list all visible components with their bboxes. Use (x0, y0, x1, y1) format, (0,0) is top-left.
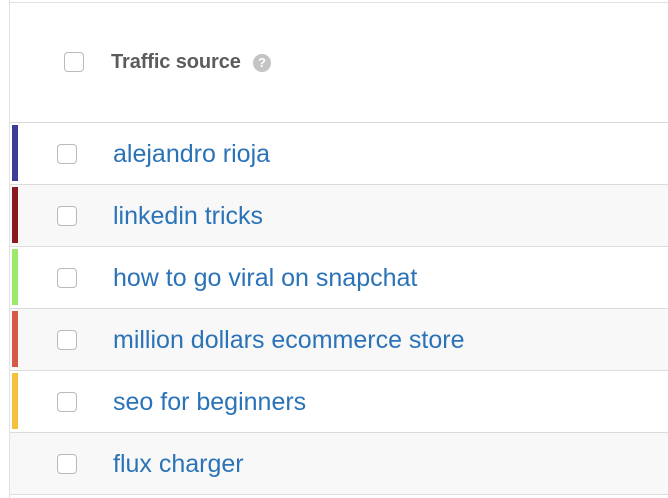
series-color-bar (12, 435, 18, 491)
series-color-bar (12, 311, 18, 367)
traffic-source-link[interactable]: linkedin tricks (113, 202, 263, 231)
row-checkbox[interactable] (57, 392, 77, 412)
column-header-traffic-source: Traffic source (111, 51, 241, 73)
help-icon[interactable]: ? (253, 54, 271, 72)
row-checkbox[interactable] (57, 206, 77, 226)
series-color-bar (12, 249, 18, 305)
row-checkbox[interactable] (57, 268, 77, 288)
traffic-source-list: alejandro rioja linkedin tricks how to g… (10, 123, 668, 495)
table-header: Traffic source ? (10, 3, 668, 123)
table-row: alejandro rioja (10, 123, 668, 185)
table-row: linkedin tricks (10, 185, 668, 247)
traffic-source-link[interactable]: million dollars ecommerce store (113, 326, 465, 355)
series-color-bar (12, 187, 18, 243)
table-row: million dollars ecommerce store (10, 309, 668, 371)
select-all-checkbox[interactable] (64, 52, 84, 72)
table-row: flux charger (10, 433, 668, 495)
row-checkbox[interactable] (57, 454, 77, 474)
series-color-bar (12, 373, 18, 429)
series-color-bar (12, 125, 18, 181)
traffic-source-link[interactable]: flux charger (113, 450, 244, 479)
table-row: seo for beginners (10, 371, 668, 433)
traffic-source-link[interactable]: alejandro rioja (113, 140, 270, 169)
row-checkbox[interactable] (57, 144, 77, 164)
traffic-source-link[interactable]: how to go viral on snapchat (113, 264, 417, 293)
table-row: how to go viral on snapchat (10, 247, 668, 309)
row-checkbox[interactable] (57, 330, 77, 350)
traffic-source-link[interactable]: seo for beginners (113, 388, 306, 417)
